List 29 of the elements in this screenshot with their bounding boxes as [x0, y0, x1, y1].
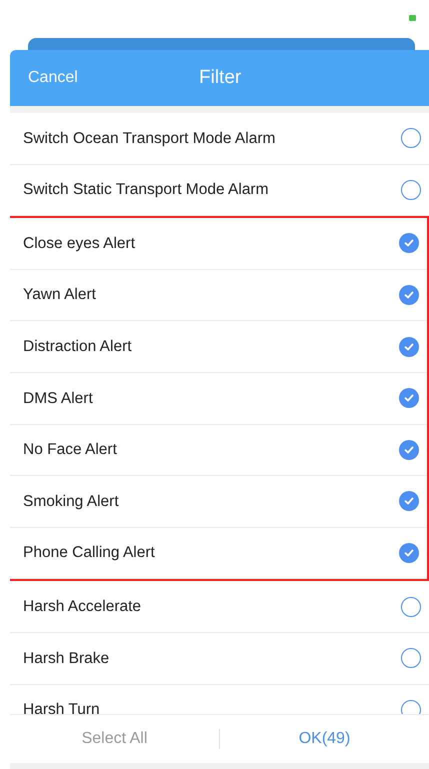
checkbox-empty-icon[interactable] — [401, 596, 421, 617]
filter-label: Harsh Brake — [23, 648, 110, 669]
checkbox-checked-icon[interactable] — [399, 440, 419, 460]
filter-label: No Face Alert — [23, 440, 117, 460]
checkbox-checked-icon[interactable] — [399, 336, 419, 357]
filter-label: Switch Ocean Transport Mode Alarm — [23, 128, 276, 149]
filter-label: Phone Calling Alert — [23, 543, 155, 564]
filter-label: Yawn Alert — [23, 285, 96, 306]
filter-label: DMS Alert — [23, 388, 93, 409]
checkbox-empty-icon[interactable] — [401, 700, 421, 714]
checkbox-empty-icon[interactable] — [401, 180, 421, 200]
header-title: Filter — [199, 66, 242, 90]
checkbox-empty-icon[interactable] — [401, 128, 421, 148]
checkbox-empty-icon[interactable] — [401, 648, 421, 668]
filter-row[interactable]: Switch Static Transport Mode Alarm — [10, 164, 429, 216]
filter-label: Distraction Alert — [23, 337, 132, 358]
checkbox-checked-icon[interactable] — [399, 388, 419, 408]
filter-label: Smoking Alert — [23, 492, 119, 512]
checkbox-checked-icon[interactable] — [399, 543, 419, 564]
checkbox-checked-icon[interactable] — [399, 233, 419, 254]
filter-row[interactable]: Harsh Turn — [10, 684, 429, 714]
battery-icon — [409, 15, 416, 21]
filter-label: Close eyes Alert — [23, 234, 135, 254]
checkbox-checked-icon[interactable] — [399, 491, 419, 512]
filter-label: Harsh Accelerate — [23, 597, 142, 618]
filter-row[interactable]: No Face Alert — [10, 424, 427, 476]
checkbox-checked-icon[interactable] — [399, 285, 419, 306]
filter-label: Switch Static Transport Mode Alarm — [23, 180, 269, 200]
filter-label: Harsh Turn — [23, 700, 100, 714]
